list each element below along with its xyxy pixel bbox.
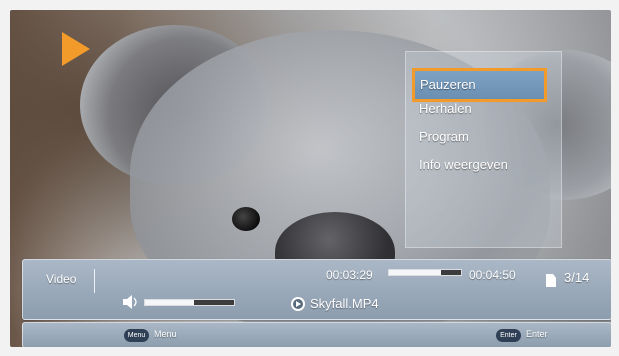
koala-eye xyxy=(232,207,260,231)
menu-key-icon[interactable]: Menu xyxy=(124,329,149,342)
playback-progress-fill xyxy=(389,270,441,275)
info-divider xyxy=(94,269,95,293)
volume-level-fill xyxy=(145,300,194,305)
menu-item-herhalen[interactable]: Herhalen xyxy=(414,96,549,121)
enter-hint-label: Enter xyxy=(526,329,548,339)
file-icon xyxy=(546,274,556,287)
playback-progress-bar[interactable] xyxy=(388,269,462,276)
file-counter: 3/14 xyxy=(564,270,590,285)
total-duration: 00:04:50 xyxy=(469,268,516,282)
menu-item-program[interactable]: Program xyxy=(414,124,549,149)
elapsed-time: 00:03:29 xyxy=(326,268,373,282)
menu-item-info-weergeven[interactable]: Info weergeven xyxy=(414,152,549,177)
enter-key-icon[interactable]: Enter xyxy=(496,329,521,342)
play-icon xyxy=(62,32,90,66)
volume-slider[interactable] xyxy=(144,299,235,306)
current-filename: Skyfall.MP4 xyxy=(310,296,379,311)
info-bar: Video 00:03:29 00:04:50 3/14 Skyfall.MP4 xyxy=(22,259,611,320)
speaker-icon xyxy=(123,295,137,309)
button-hint-bar: Menu Menu Enter Enter xyxy=(22,322,611,347)
menu-hint-label: Menu xyxy=(154,329,177,339)
options-menu: Pauzeren Herhalen Program Info weergeven xyxy=(405,51,562,248)
video-player: Pauzeren Herhalen Program Info weergeven… xyxy=(10,10,611,347)
media-category-label: Video xyxy=(46,272,77,286)
disc-icon xyxy=(291,297,305,311)
